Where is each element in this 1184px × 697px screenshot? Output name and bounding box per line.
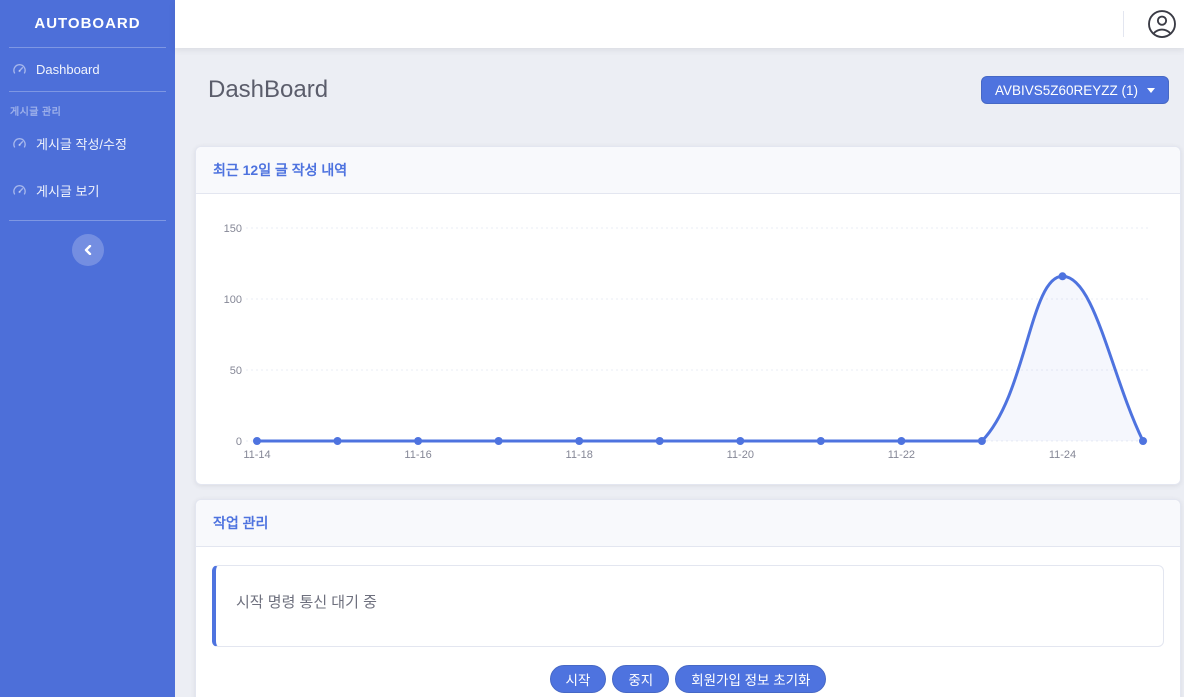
account-dropdown-button[interactable]: AVBIVS5Z60REYZZ (1)	[981, 76, 1169, 104]
app: AUTOBOARD Dashboard 게시글 관리 게시글 작성/수정	[0, 0, 1184, 697]
sidebar: AUTOBOARD Dashboard 게시글 관리 게시글 작성/수정	[0, 0, 175, 697]
svg-text:0: 0	[236, 436, 242, 448]
status-message: 시작 명령 통신 대기 중	[236, 594, 377, 611]
page-head: DashBoard AVBIVS5Z60REYZZ (1)	[195, 76, 1181, 104]
task-card-title: 작업 관리	[196, 500, 1180, 547]
svg-text:11-14: 11-14	[243, 449, 270, 461]
svg-text:50: 50	[230, 365, 242, 377]
line-chart: 0 50 100 150 11-14 11-16 11-18 11-20 11-22 11-24	[196, 194, 1180, 484]
user-menu-button[interactable]	[1145, 7, 1179, 41]
stop-button[interactable]: 중지	[612, 665, 669, 693]
task-management-card: 작업 관리 시작 명령 통신 대기 중 시작 중지 회원가입 정보 초기화	[195, 499, 1181, 697]
account-dropdown-label: AVBIVS5Z60REYZZ (1)	[995, 83, 1138, 98]
svg-text:11-22: 11-22	[888, 449, 915, 461]
gauge-icon	[12, 62, 27, 77]
svg-text:11-18: 11-18	[566, 449, 593, 461]
svg-text:150: 150	[224, 223, 242, 235]
svg-text:11-20: 11-20	[727, 449, 754, 461]
sidebar-item-post-view[interactable]: 게시글 보기	[0, 167, 175, 214]
page-title: DashBoard	[208, 76, 328, 104]
svg-text:11-24: 11-24	[1049, 449, 1076, 461]
start-button[interactable]: 시작	[550, 665, 607, 693]
status-alert: 시작 명령 통신 대기 중	[212, 565, 1164, 647]
chart-card-title: 최근 12일 글 작성 내역	[196, 147, 1180, 194]
gauge-icon	[12, 136, 27, 151]
main-column: DashBoard AVBIVS5Z60REYZZ (1) 최근 12일 글 작…	[175, 0, 1184, 697]
topbar	[175, 0, 1184, 48]
sidebar-item-label: Dashboard	[36, 62, 100, 77]
reset-signup-info-button[interactable]: 회원가입 정보 초기화	[675, 665, 826, 693]
chevron-left-icon	[83, 245, 93, 255]
gauge-icon	[12, 183, 27, 198]
sidebar-item-dashboard[interactable]: Dashboard	[0, 48, 175, 91]
user-circle-icon	[1147, 9, 1177, 39]
caret-down-icon	[1147, 88, 1155, 93]
sidebar-collapse-button[interactable]	[72, 234, 104, 266]
chart-card-body: 0 50 100 150 11-14 11-16 11-18 11-20 11-22 11-24	[196, 194, 1180, 484]
sidebar-item-label: 게시글 보기	[36, 181, 99, 200]
sidebar-item-label: 게시글 작성/수정	[36, 134, 127, 153]
brand[interactable]: AUTOBOARD	[0, 0, 175, 47]
svg-text:100: 100	[224, 294, 242, 306]
svg-text:11-16: 11-16	[404, 449, 431, 461]
sidebar-divider	[9, 91, 166, 92]
topbar-divider	[1123, 11, 1124, 37]
sidebar-collapse-wrap	[0, 234, 175, 266]
task-card-body: 시작 명령 통신 대기 중 시작 중지 회원가입 정보 초기화	[196, 547, 1180, 697]
sidebar-divider	[9, 220, 166, 221]
sidebar-section-label: 게시글 관리	[10, 103, 175, 118]
task-button-row: 시작 중지 회원가입 정보 초기화	[212, 665, 1164, 693]
recent-posts-chart-card: 최근 12일 글 작성 내역 0 50 100 150 11-14 11-16 11-18 1…	[195, 146, 1181, 485]
sidebar-item-post-edit[interactable]: 게시글 작성/수정	[0, 120, 175, 167]
content: DashBoard AVBIVS5Z60REYZZ (1) 최근 12일 글 작…	[175, 48, 1184, 697]
